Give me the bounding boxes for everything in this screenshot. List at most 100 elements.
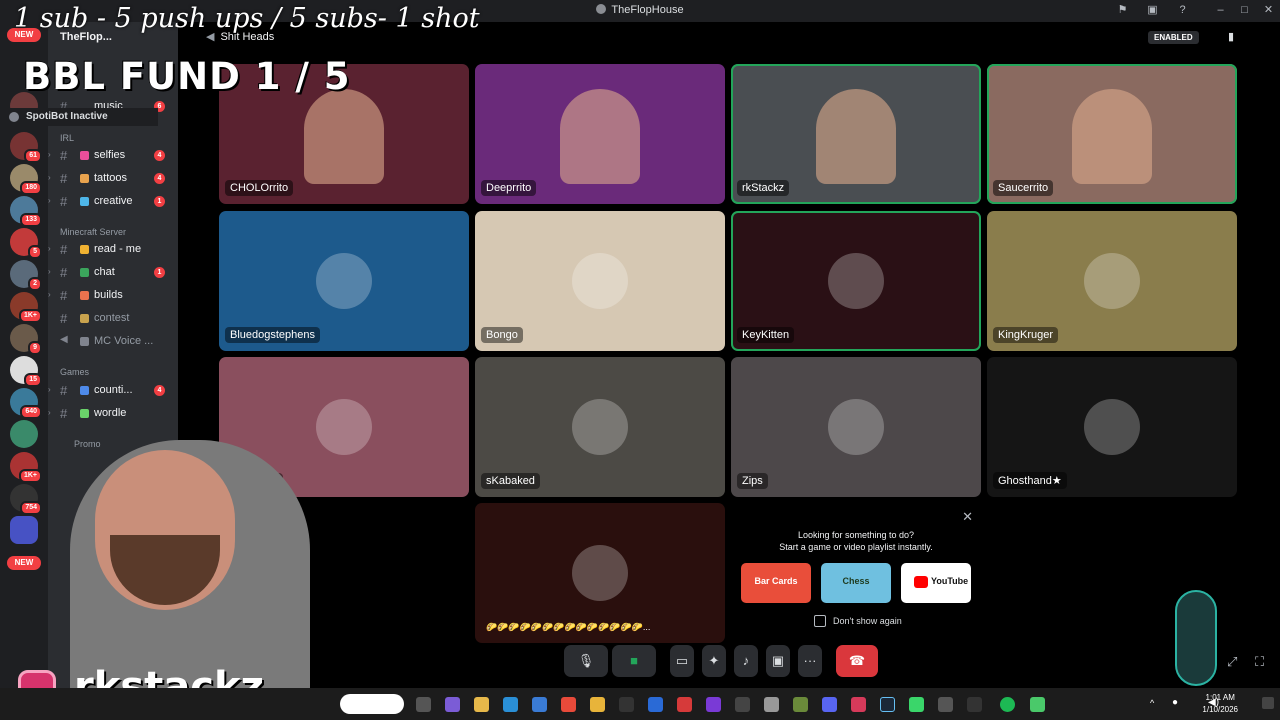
popout-icon[interactable]: ⤢ <box>1227 654 1237 670</box>
video-feed <box>560 89 640 184</box>
gift-button[interactable]: ▣ <box>766 645 790 677</box>
copilot-icon[interactable] <box>445 697 460 712</box>
store-icon[interactable] <box>532 697 547 712</box>
hash-icon: # <box>60 406 68 421</box>
app-icon[interactable] <box>938 697 953 712</box>
challenge-overlay: 1 sub - 5 push ups / 5 subs- 1 shot <box>14 3 480 34</box>
channel-item[interactable]: › # builds <box>48 286 178 306</box>
app-icon[interactable] <box>1030 697 1045 712</box>
server-icon[interactable]: 61 <box>10 132 42 163</box>
obs-icon[interactable] <box>967 697 982 712</box>
notification-icon[interactable] <box>1262 697 1274 709</box>
app-icon[interactable] <box>677 697 692 712</box>
channel-item[interactable]: # contest <box>48 309 178 329</box>
edge-icon[interactable] <box>503 697 518 712</box>
avatar <box>572 399 628 455</box>
participant-tile[interactable]: KingKruger <box>987 211 1237 351</box>
server-icon[interactable]: 133 <box>10 196 42 227</box>
screen-icon[interactable]: ▣ <box>1146 4 1159 17</box>
trophy-icon <box>80 314 89 323</box>
category-irl[interactable]: IRL <box>60 133 74 143</box>
tray-chevron-icon[interactable]: ^ <box>1150 698 1154 708</box>
participant-tile[interactable]: Bluedogstephens <box>219 211 469 351</box>
screen-share-button[interactable]: ▭ <box>670 645 694 677</box>
participant-tile[interactable]: rkStackz <box>731 64 981 204</box>
server-icon[interactable]: 1K+ <box>10 292 42 323</box>
puzzle-icon <box>80 409 89 418</box>
app-icon[interactable] <box>764 697 779 712</box>
soundboard-button[interactable]: ♪ <box>734 645 758 677</box>
microphone-icon: 🎙 <box>577 653 595 668</box>
maximize-icon[interactable]: □ <box>1238 4 1251 17</box>
microphone-button[interactable]: 🎙 <box>564 645 608 677</box>
minimize-icon[interactable]: – <box>1214 4 1227 17</box>
app-icon[interactable] <box>619 697 634 712</box>
participant-name: Bongo <box>481 327 523 343</box>
chevron-icon: › <box>48 196 51 205</box>
server-icon[interactable]: 180 <box>10 164 42 195</box>
channel-item[interactable]: › # chat 1 <box>48 263 178 283</box>
pin-icon[interactable]: ▮ <box>1228 30 1234 43</box>
voice-channel-item[interactable]: ◀ MC Voice ... <box>48 332 178 352</box>
app-icon[interactable] <box>909 697 924 712</box>
spotify-icon[interactable] <box>1000 697 1015 712</box>
help-icon[interactable]: ? <box>1176 4 1189 17</box>
app-icon[interactable] <box>793 697 808 712</box>
channel-item[interactable]: › # read - me <box>48 240 178 260</box>
discord-icon[interactable] <box>822 697 837 712</box>
server-icon[interactable]: 5 <box>10 228 42 259</box>
chrome-icon[interactable] <box>590 697 605 712</box>
participant-tile[interactable]: 🌮🌮🌮🌮🌮🌮🌮🌮🌮🌮🌮🌮🌮🌮... <box>475 503 725 643</box>
app-icon[interactable] <box>706 697 721 712</box>
search-box[interactable] <box>340 694 404 714</box>
inbox-icon[interactable]: ⚑ <box>1116 4 1129 17</box>
clock[interactable]: 1:01 AM 1/10/2026 <box>1202 692 1238 716</box>
category-minecraft[interactable]: Minecraft Server <box>60 227 126 237</box>
file-explorer-icon[interactable] <box>474 697 489 712</box>
outlook-icon[interactable] <box>648 697 663 712</box>
category-games[interactable]: Games <box>60 367 89 377</box>
participant-tile[interactable]: KeyKitten <box>731 211 981 351</box>
server-icon[interactable]: 2 <box>10 260 42 291</box>
hash-icon: # <box>60 148 68 163</box>
more-button[interactable]: ··· <box>798 645 822 677</box>
participant-tile[interactable]: Bongo <box>475 211 725 351</box>
spotibot-icon <box>9 112 19 122</box>
floating-widget[interactable] <box>1175 590 1217 686</box>
app-icon[interactable] <box>851 697 866 712</box>
close-activity-icon[interactable]: ✕ <box>962 509 973 525</box>
avatar <box>828 399 884 455</box>
fullscreen-icon[interactable]: ⛶ <box>1255 654 1264 670</box>
screen-share-icon: ▭ <box>675 653 689 668</box>
channel-item[interactable]: › # tattoos 4 <box>48 169 178 189</box>
server-icon[interactable]: 9 <box>10 324 42 355</box>
disconnect-button[interactable]: ☎ <box>836 645 878 677</box>
participant-tile[interactable]: Deeprrito <box>475 64 725 204</box>
dont-show-checkbox[interactable] <box>814 615 826 627</box>
channel-item[interactable]: › # counti... 4 <box>48 381 178 401</box>
camera-button[interactable]: ■ <box>612 645 656 677</box>
hash-icon: # <box>60 194 68 209</box>
participant-tile[interactable]: sKabaked <box>475 357 725 497</box>
app-icon[interactable] <box>735 697 750 712</box>
participant-tile[interactable]: Saucerrito <box>987 64 1237 204</box>
activity-card-chess[interactable]: Chess <box>821 563 891 603</box>
camera-icon: ■ <box>630 653 638 668</box>
channel-item[interactable]: › # wordle <box>48 404 178 424</box>
activity-card-barcards[interactable]: Bar Cards <box>741 563 811 603</box>
activities-button[interactable]: ✦ <box>702 645 726 677</box>
server-icon[interactable]: 15 <box>10 356 42 387</box>
task-view-icon[interactable] <box>416 697 431 712</box>
participant-tile[interactable]: Zips <box>731 357 981 497</box>
participant-tile[interactable]: Ghosthand★ <box>987 357 1237 497</box>
channel-item[interactable]: › # creative 1 <box>48 192 178 212</box>
server-icon[interactable]: 640 <box>10 388 42 419</box>
mic-tray-icon[interactable]: ● <box>1172 697 1178 708</box>
activity-card-youtube[interactable]: YouTube <box>901 563 971 603</box>
activity-panel: ✕ Looking for something to do? Start a g… <box>731 503 981 641</box>
channel-item[interactable]: › # selfies 4 <box>48 146 178 166</box>
hash-icon: # <box>60 383 68 398</box>
steam-icon[interactable] <box>880 697 895 712</box>
close-icon[interactable]: ✕ <box>1262 4 1275 17</box>
chrome-icon[interactable] <box>561 697 576 712</box>
